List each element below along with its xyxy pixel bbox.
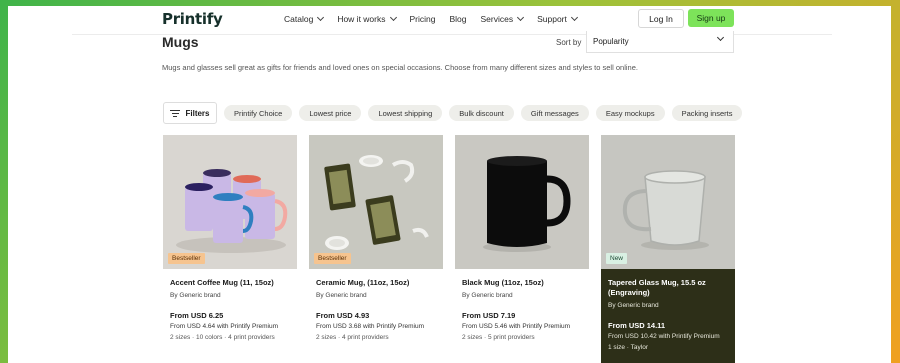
product-image[interactable]: New <box>601 135 735 269</box>
product-brand: By Generic brand <box>462 292 513 299</box>
ceramic-mugs-image <box>309 135 443 269</box>
sort-value: Popularity <box>593 37 629 46</box>
glass-mug-image <box>601 135 735 269</box>
chevron-down-icon <box>570 13 578 22</box>
product-price: From USD 6.25 <box>170 311 224 320</box>
filter-chips: Printify Choice Lowest price Lowest ship… <box>224 105 749 121</box>
chip-printify-choice[interactable]: Printify Choice <box>224 105 293 121</box>
category-description: Mugs and glasses sell great as gifts for… <box>162 63 638 72</box>
chip-lowest-shipping[interactable]: Lowest shipping <box>368 105 443 121</box>
product-card[interactable]: Black Mug (11oz, 15oz) By Generic brand … <box>455 135 589 363</box>
product-premium-price: From USD 10.42 with Printify Premium <box>608 333 720 340</box>
product-premium-price: From USD 3.68 with Printify Premium <box>316 323 424 330</box>
product-brand: By Generic brand <box>316 292 367 299</box>
chip-packing-inserts[interactable]: Packing inserts <box>671 105 743 121</box>
product-name[interactable]: Accent Coffee Mug (11, 15oz) <box>170 278 294 288</box>
product-premium-price: From USD 4.64 with Printify Premium <box>170 323 278 330</box>
nav-catalog[interactable]: Catalog <box>284 13 325 24</box>
product-meta: 1 size · Taylor <box>608 344 648 351</box>
product-price: From USD 7.19 <box>462 311 516 320</box>
login-button[interactable]: Log In <box>638 9 684 28</box>
chevron-down-icon <box>317 13 325 22</box>
product-image[interactable]: Bestseller <box>163 135 297 269</box>
chevron-down-icon <box>716 33 725 42</box>
nav-support[interactable]: Support <box>537 13 578 24</box>
main-nav: Catalog How it works Pricing Blog Servic… <box>284 13 591 24</box>
sort-label: Sort by <box>556 38 582 47</box>
product-name[interactable]: Ceramic Mug, (11oz, 15oz) <box>316 278 440 288</box>
filter-lines-icon <box>170 109 181 117</box>
bestseller-badge: Bestseller <box>168 253 205 264</box>
filters-label: Filters <box>185 108 210 118</box>
product-price: From USD 14.11 <box>608 321 666 330</box>
black-mug-image <box>455 135 589 269</box>
chevron-down-icon <box>517 13 525 22</box>
bestseller-badge: Bestseller <box>314 253 351 264</box>
product-meta: 2 sizes · 10 colors · 4 print providers <box>170 334 275 341</box>
product-premium-price: From USD 5.46 with Printify Premium <box>462 323 570 330</box>
top-header: Printify Catalog How it works Pricing Bl… <box>8 6 891 34</box>
nav-catalog-label: Catalog <box>284 14 314 24</box>
product-meta: 2 sizes · 4 print providers <box>316 334 389 341</box>
nav-support-label: Support <box>537 14 567 24</box>
product-card[interactable]: Bestseller Accent Coffee Mug (11, 15oz) … <box>163 135 297 363</box>
product-brand: By Generic brand <box>608 302 659 309</box>
nav-how-it-works-label: How it works <box>337 14 386 24</box>
nav-services-label: Services <box>480 14 514 24</box>
page-title: Mugs <box>162 34 199 50</box>
nav-services[interactable]: Services <box>480 13 525 24</box>
chip-bulk-discount[interactable]: Bulk discount <box>449 105 514 121</box>
product-card[interactable]: New Tapered Glass Mug, 15.5 oz (Engravin… <box>601 135 735 363</box>
product-card[interactable]: Bestseller Ceramic Mug, (11oz, 15oz) By … <box>309 135 443 363</box>
page: Printify Catalog How it works Pricing Bl… <box>8 6 891 363</box>
chip-gift-messages[interactable]: Gift messages <box>520 105 589 121</box>
product-price: From USD 4.93 <box>316 311 370 320</box>
chevron-down-icon <box>389 13 397 22</box>
sort-select[interactable]: Popularity <box>586 31 734 53</box>
product-brand: By Generic brand <box>170 292 221 299</box>
product-image[interactable] <box>455 135 589 269</box>
printify-logo[interactable]: Printify <box>162 10 223 28</box>
nav-pricing[interactable]: Pricing <box>410 14 436 24</box>
nav-blog-label: Blog <box>449 14 467 24</box>
filters-button[interactable]: Filters <box>163 102 217 124</box>
accent-mugs-image <box>163 135 297 269</box>
chip-easy-mockups[interactable]: Easy mockups <box>595 105 665 121</box>
nav-how-it-works[interactable]: How it works <box>337 13 397 24</box>
product-image[interactable]: Bestseller <box>309 135 443 269</box>
nav-blog[interactable]: Blog <box>449 14 466 24</box>
product-name[interactable]: Black Mug (11oz, 15oz) <box>462 278 586 288</box>
new-badge: New <box>606 253 628 264</box>
product-meta: 2 sizes · 5 print providers <box>462 334 535 341</box>
chip-lowest-price[interactable]: Lowest price <box>299 105 362 121</box>
nav-pricing-label: Pricing <box>409 14 436 24</box>
signup-button[interactable]: Sign up <box>688 9 734 27</box>
product-name[interactable]: Tapered Glass Mug, 15.5 oz (Engraving) <box>608 278 732 298</box>
